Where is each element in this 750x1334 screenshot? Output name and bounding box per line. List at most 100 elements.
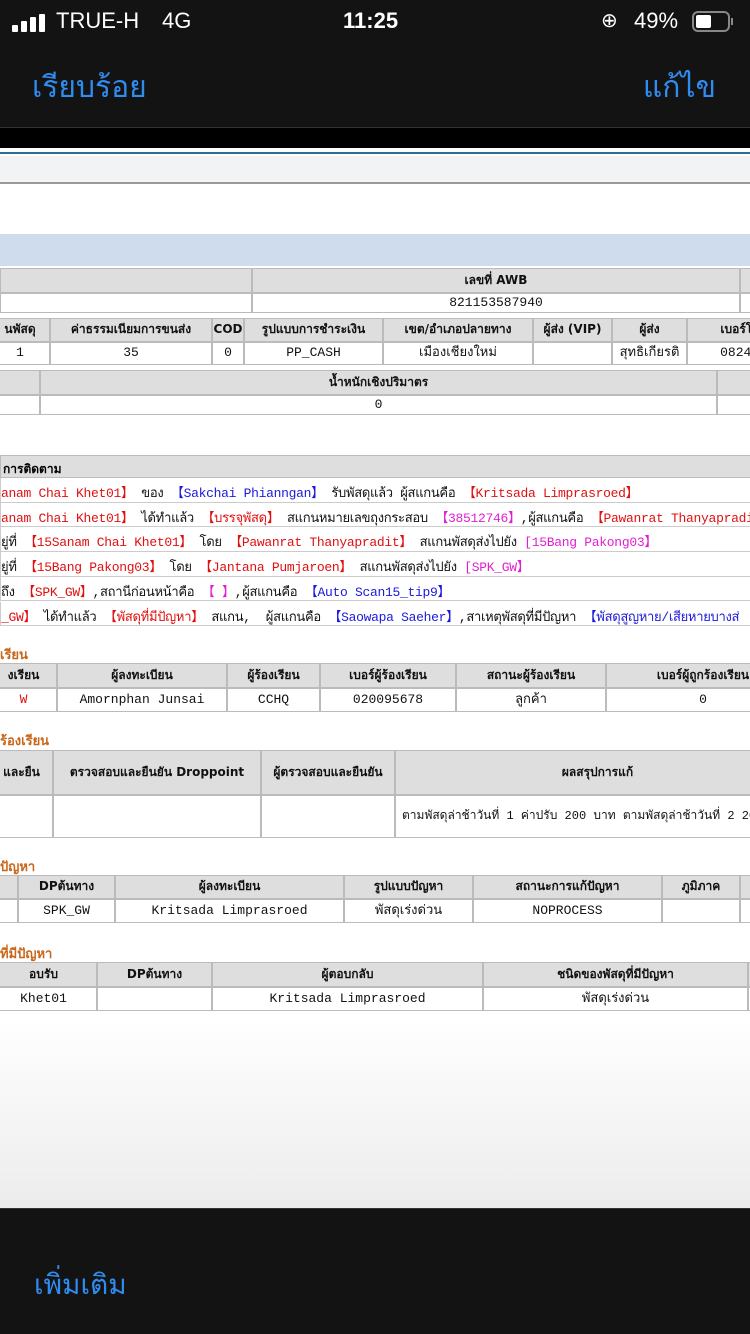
- table-cell: สุทธิเกียรติ: [612, 342, 687, 365]
- tracking-segment: สแกน, ผู้สแกนคือ: [203, 609, 329, 625]
- table-cell: 35: [50, 342, 212, 365]
- tracking-segment: ได้ทำแล้ว: [36, 609, 104, 625]
- table-header-cell: ภูมิภาค: [662, 875, 740, 899]
- table-cell: 0: [606, 688, 750, 712]
- tracking-segment: สแกนพัสดุส่งไปยัง: [352, 560, 465, 576]
- status-bar: TRUE-H 4G 11:25 ⊕ 49%: [0, 0, 750, 42]
- table-cell: PP_CASH: [244, 342, 383, 365]
- table-cell: ลูกค้า: [456, 688, 606, 712]
- table-cell: [0, 795, 53, 838]
- table-header-cell: รูปแบบปัญหา: [344, 875, 473, 899]
- table-header-cell: ผู้ส่ง (VIP): [533, 318, 612, 342]
- tracking-segment: 【Saowapa Saeher】: [328, 609, 459, 625]
- tracking-segment: 【Jantana Pumjaroen】: [199, 560, 353, 576]
- table-header-cell: [0, 268, 252, 293]
- web-content: การติดตาม anam Chai Khet01】 ของ 【Sakchai…: [0, 148, 750, 1208]
- tracking-segment: 【38512746】: [435, 510, 521, 526]
- table-header-cell: [717, 370, 750, 395]
- table-header-cell: [740, 875, 750, 899]
- tracking-segment: โดย: [162, 560, 200, 576]
- table-cell: [717, 395, 750, 415]
- tracking-segment: ของ: [133, 486, 171, 501]
- table-header-cell: ผู้ตรวจสอบและยืนยัน: [261, 750, 395, 795]
- table-cell: [261, 795, 395, 838]
- tracking-segment: 【Pawanrat Thanyapradit: [590, 510, 750, 526]
- table-header-cell: สถานะผู้ร้องเรียน: [456, 663, 606, 688]
- tracking-segment: สแกนพัสดุส่งไปยัง: [412, 535, 525, 551]
- tracking-segment: ,สถานีก่อนหน้าคือ: [92, 584, 202, 600]
- section-title-complaint: เรียน: [0, 648, 28, 663]
- toolbar-strip: [0, 156, 750, 184]
- table-cell: ตามพัสดุล่าช้าวันที่ 1 ค่าปรับ 200 บาท ต…: [395, 795, 750, 838]
- table-header-cell: DPต้นทาง: [97, 962, 212, 987]
- more-button[interactable]: เพิ่มเติม: [34, 1263, 127, 1307]
- tracking-segment: [15Bang Pakong03】: [524, 535, 658, 551]
- tracking-segment: ถึง: [1, 584, 23, 600]
- battery-percent: 49%: [634, 8, 679, 33]
- table-cell: 821153587940: [252, 293, 740, 313]
- table-header-cell: ผู้ร้องเรียน: [227, 663, 320, 688]
- table-cell: [53, 795, 261, 838]
- table-header-cell: [740, 268, 750, 293]
- table-header-cell: เขต/อำเภอปลายทาง: [383, 318, 533, 342]
- table-header-cell: ผู้ลงทะเบียน: [57, 663, 227, 688]
- table-header-cell: อบรับ: [0, 962, 97, 987]
- tracking-segment: 【Kritsada Limprasroed】: [462, 486, 639, 501]
- tracking-segment: ,ผู้สแกนคือ: [234, 584, 305, 600]
- signal-icon: [12, 12, 48, 38]
- tracking-segment: ยู่ที่: [1, 560, 25, 576]
- table-cell: 020095678: [320, 688, 456, 712]
- battery-icon: [692, 11, 734, 39]
- table-cell: พัสดุเร่งด่วน: [344, 899, 473, 923]
- table-cell: Amornphan Junsai: [57, 688, 227, 712]
- tracking-row: ถึง 【SPK_GW】,สถานีก่อนหน้าคือ 【 】,ผู้สแก…: [0, 576, 750, 602]
- table-header-cell: DPต้นทาง: [18, 875, 115, 899]
- tracking-segment: 【Sakchai Phianngan】: [170, 486, 324, 501]
- tracking-row: anam Chai Khet01】 ของ 【Sakchai Phianngan…: [0, 478, 750, 503]
- table-header-cell: รูปแบบการชำระเงิน: [244, 318, 383, 342]
- bottom-toolbar: เพิ่มเติม: [0, 1208, 750, 1334]
- edit-button[interactable]: แก้ไข: [643, 64, 716, 111]
- table-header-cell: ค่าธรรมเนียมการขนส่ง: [50, 318, 212, 342]
- divider: [0, 152, 750, 154]
- tracking-segment: ยู่ที่: [1, 535, 25, 551]
- tracking-segment: รับพัสดุแล้ว ผู้สแกนคือ: [323, 486, 463, 501]
- tracking-segment: [SPK_GW】: [464, 560, 530, 576]
- table-header-cell: [0, 875, 18, 899]
- tracking-segment: โดย: [192, 535, 230, 551]
- tracking-segment: _GW】: [1, 609, 37, 625]
- tracking-segment: สแกนหมายเลขถุงกระสอบ: [279, 510, 436, 526]
- table-cell: [97, 987, 212, 1011]
- table-cell: 0: [212, 342, 244, 365]
- divider: [0, 128, 750, 148]
- table-header-cell: ผู้ลงทะเบียน: [115, 875, 344, 899]
- table-cell: [740, 293, 750, 313]
- table-cell: [533, 342, 612, 365]
- tracking-segment: 【พัสดุสูญหาย/เสียหายบางส่: [583, 609, 740, 625]
- tracking-segment: ,ผู้สแกนคือ: [520, 510, 591, 526]
- section-title-verify: ร้องเรียน: [0, 734, 50, 749]
- table-cell: Khet01: [0, 987, 97, 1011]
- done-button[interactable]: เรียบร้อย: [32, 64, 147, 111]
- table-header-cell: [0, 370, 40, 395]
- network-type: 4G: [162, 8, 192, 33]
- clock: 11:25: [343, 8, 399, 33]
- table-cell: [0, 899, 18, 923]
- table-cell: 1: [0, 342, 50, 365]
- tracking-segment: anam Chai Khet01】: [1, 486, 134, 501]
- tracking-segment: anam Chai Khet01】: [1, 510, 134, 526]
- table-header-cell: ผู้ตอบกลับ: [212, 962, 483, 987]
- table-header-cell: น้ำหนักเชิงปริมาตร: [40, 370, 717, 395]
- tracking-segment: 【บรรจุพัสดุ】: [201, 510, 280, 526]
- table-cell: 0: [40, 395, 717, 415]
- tracking-header: การติดตาม: [0, 455, 750, 478]
- table-cell: CCHQ: [227, 688, 320, 712]
- table-header-cell: และยืน: [0, 750, 53, 795]
- table-header-cell: เบอร์ผู้ถูกร้องเรียน: [606, 663, 750, 688]
- table-header-cell: นพัสดุ: [0, 318, 50, 342]
- tracking-segment: 【 】: [201, 584, 235, 600]
- tracking-row: _GW】 ได้ทำแล้ว 【พัสดุที่มีปัญหา】 สแกน, ผ…: [0, 601, 750, 626]
- tracking-segment: 【Auto Scan15_tip9】: [304, 584, 451, 600]
- table-header-cell: COD: [212, 318, 244, 342]
- tracking-row: anam Chai Khet01】 ได้ทำแล้ว 【บรรจุพัสดุ】…: [0, 502, 750, 528]
